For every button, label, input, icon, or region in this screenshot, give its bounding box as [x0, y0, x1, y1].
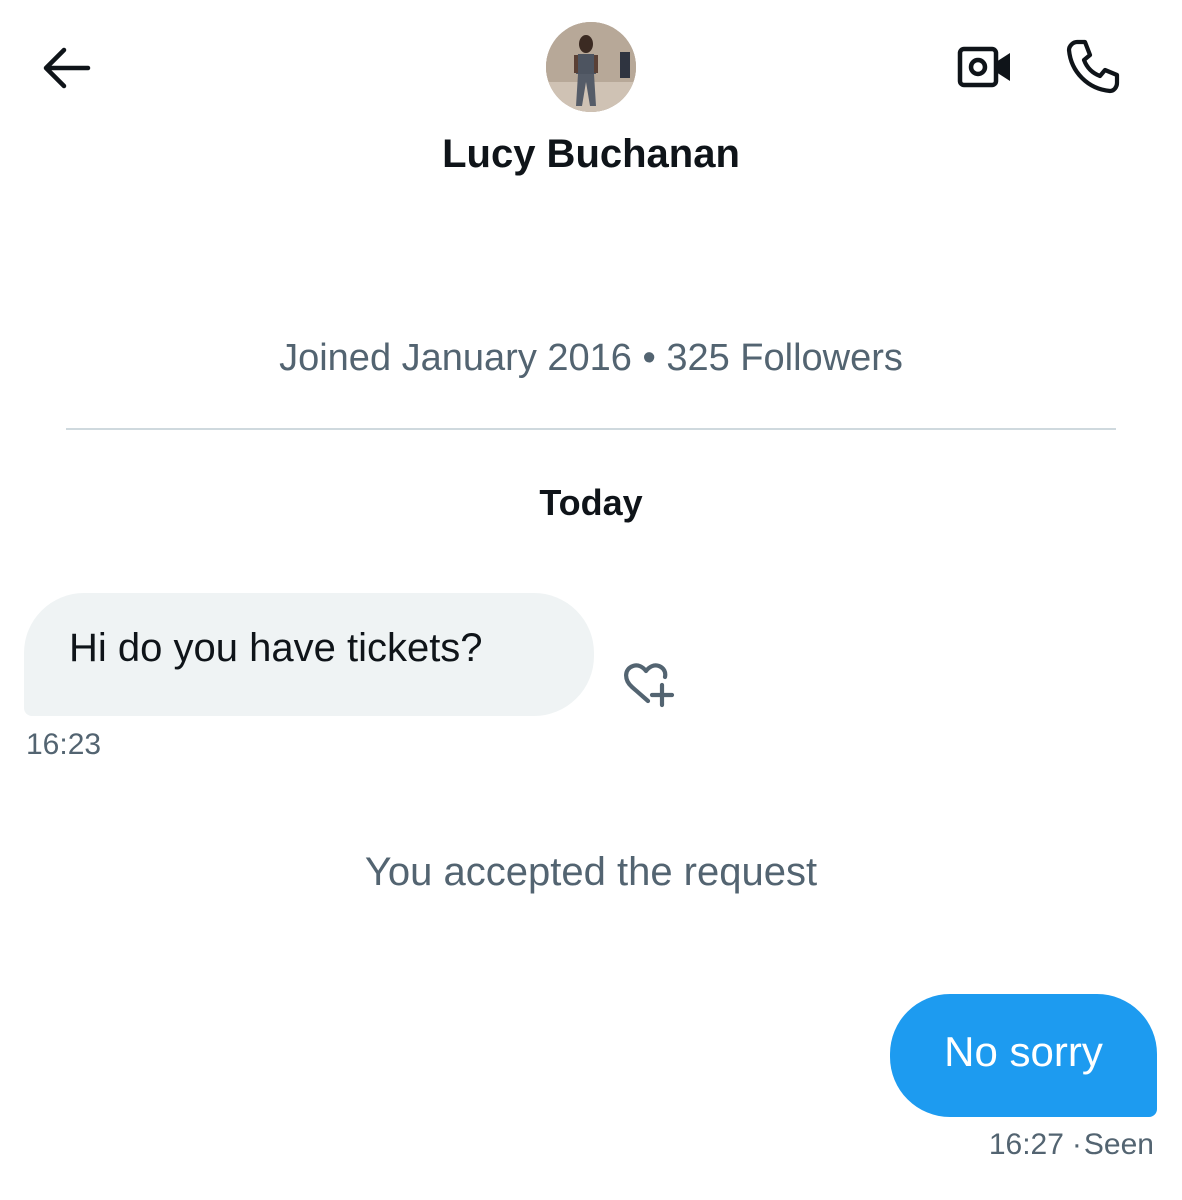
read-receipt: Seen — [1083, 1128, 1154, 1161]
outgoing-message-status: 16:27 ·Seen — [989, 1128, 1154, 1162]
video-call-button[interactable] — [950, 38, 1020, 96]
system-message: You accepted the request — [364, 850, 818, 894]
divider — [66, 428, 1116, 430]
profile-meta: Joined January 2016 • 325 Followers — [279, 337, 903, 379]
outgoing-message-text: No sorry — [944, 1027, 1103, 1075]
outgoing-message-time: 16:27 — [988, 1128, 1064, 1161]
status-separator: · — [1071, 1128, 1082, 1161]
video-camera-icon — [957, 46, 1010, 88]
phone-icon — [1066, 39, 1120, 94]
incoming-message-text: Hi do you have tickets? — [69, 626, 483, 670]
contact-name[interactable]: Lucy Buchanan — [0, 132, 1182, 177]
back-button[interactable] — [30, 36, 102, 100]
voice-call-button[interactable] — [1058, 34, 1128, 98]
avatar[interactable] — [546, 22, 636, 112]
incoming-message-bubble[interactable]: Hi do you have tickets? — [24, 593, 594, 716]
incoming-message-time: 16:23 — [26, 728, 102, 761]
date-separator: Today — [539, 482, 643, 523]
heart-plus-icon — [624, 663, 675, 708]
avatar-photo — [546, 22, 636, 112]
arrow-left-icon — [43, 47, 91, 89]
outgoing-message-bubble[interactable]: No sorry — [890, 994, 1157, 1117]
add-reaction-button[interactable] — [612, 652, 684, 716]
